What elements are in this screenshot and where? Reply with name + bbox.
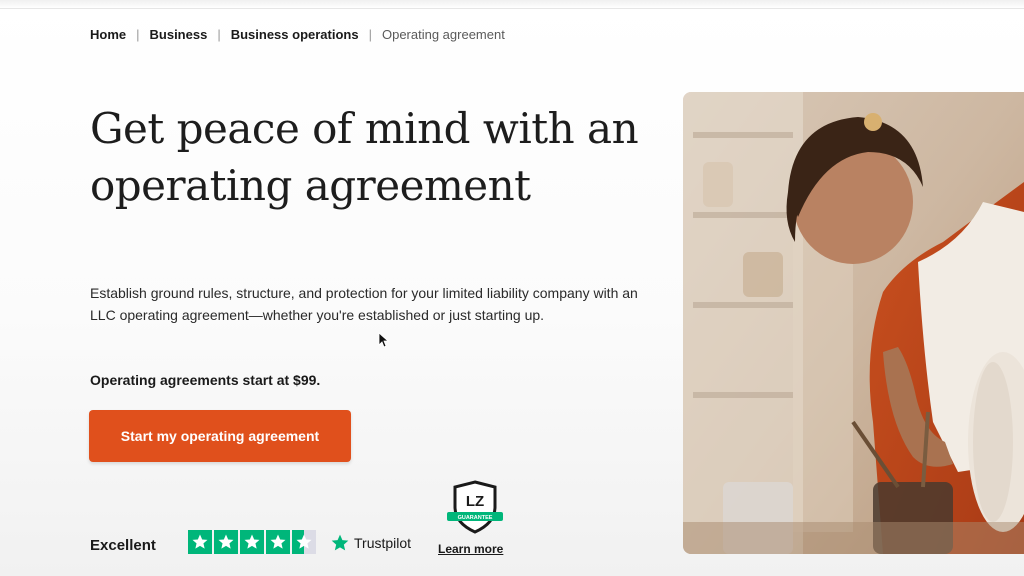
badge-banner-text: GUARANTEE [458,515,493,521]
breadcrumb-separator: | [136,27,140,42]
breadcrumb-separator: | [217,27,221,42]
hero-photo [683,92,1024,554]
top-edge-bar [0,0,1024,9]
star-icon [188,530,212,554]
half-star-icon [292,530,316,554]
learn-more-link[interactable]: Learn more [438,542,503,556]
page-title: Get peace of mind with an operating agre… [90,104,639,210]
breadcrumb-business-operations[interactable]: Business operations [231,27,359,42]
price-note: Operating agreements start at $99. [90,372,321,388]
breadcrumb: Home | Business | Business operations | … [90,27,505,42]
star-icon [240,530,264,554]
trustpilot-label: Trustpilot [354,535,412,551]
breadcrumb-business[interactable]: Business [150,27,208,42]
star-icon [266,530,290,554]
breadcrumb-home[interactable]: Home [90,27,126,42]
lz-guarantee-badge-icon[interactable]: LZ GUARANTEE [446,480,504,541]
start-operating-agreement-button[interactable]: Start my operating agreement [89,410,351,462]
hero-description: Establish ground rules, structure, and p… [90,285,638,323]
breadcrumb-separator: | [368,27,372,42]
rating-label: Excellent [90,537,156,554]
trustpilot-stars[interactable] [188,530,316,554]
trustpilot-star-icon [331,534,349,551]
mouse-cursor-icon [378,332,390,348]
badge-letters: LZ [466,493,484,510]
breadcrumb-current: Operating agreement [381,27,505,42]
trustpilot-logo[interactable]: Trustpilot [330,533,411,553]
star-icon [214,530,238,554]
